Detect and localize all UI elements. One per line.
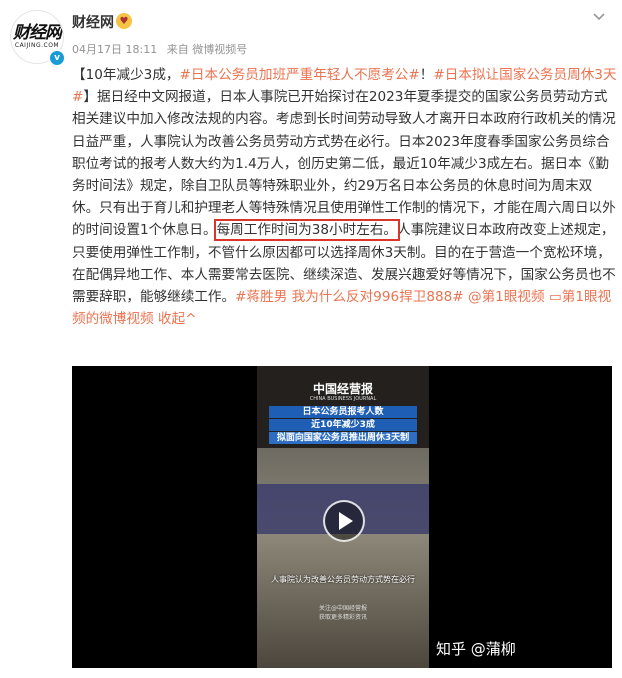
video-player[interactable]: 中国经营报 CHINA BUSINESS JOURNAL 日本公务员报考人数 近… — [72, 366, 612, 668]
chevron-up-icon: ^ — [185, 311, 197, 328]
video-brand-sub: CHINA BUSINESS JOURNAL — [309, 396, 377, 402]
post-source: 来自 微博视频号 — [166, 43, 248, 56]
play-button[interactable] — [323, 500, 365, 542]
collapse-link[interactable]: 收起^ — [158, 311, 197, 327]
post-text: 【10年减少3成，#日本公务员加班严重年轻人不愿考公#！#日本拟让国家公务员周休… — [72, 64, 617, 330]
video-footer: 关注@中国经营报 获取更多精彩资讯 — [257, 604, 429, 622]
mention-link[interactable]: @第1眼视频 — [468, 289, 545, 305]
avatar-logo: 财经网 — [13, 23, 62, 43]
post-header: 财经网 CAIJING.COM v 财经网 ♥ 04月17日 18:11 来自 … — [0, 0, 622, 67]
author-name[interactable]: 财经网 — [72, 12, 114, 32]
watermark: 知乎 @蒲柳 — [436, 640, 516, 658]
verified-icon: v — [48, 49, 66, 67]
hashtag-link[interactable]: #日本公务员加班严重年轻人不愿考公# — [180, 67, 420, 83]
post-meta: 04月17日 18:11 来自 微博视频号 — [72, 41, 253, 57]
post-intro: 【10年减少3成， — [72, 67, 180, 83]
video-brand: 中国经营报 — [312, 382, 373, 396]
hashtag-link[interactable]: #蒋胜男 我为什么反对996捍卫888# — [235, 289, 464, 305]
video-caption-2: 近10年减少3成 — [269, 419, 417, 431]
collapse-label: 收起 — [157, 311, 186, 328]
video-frame: 中国经营报 CHINA BUSINESS JOURNAL 日本公务员报考人数 近… — [257, 366, 429, 668]
post-body: 】据日经中文网报道，日本人事院已开始探讨在2023年夏季提交的国家公务员劳动方式… — [72, 89, 616, 239]
video-footer-line-2: 获取更多精彩资讯 — [318, 614, 367, 621]
video-scene — [257, 448, 429, 668]
highlighted-sentence: 每周工作时间为38小时左右。 — [213, 219, 401, 242]
fan-badge-icon: ♥ — [116, 13, 132, 29]
video-caption-1: 日本公务员报考人数 — [269, 406, 417, 418]
chevron-down-icon[interactable] — [592, 10, 606, 24]
video-link-icon: ▭ — [548, 289, 562, 306]
post-punct: ！ — [419, 67, 434, 83]
post-date[interactable]: 04月17日 18:11 — [72, 43, 157, 56]
video-caption-3: 拟面向国家公务员推出周休3天制 — [269, 432, 417, 444]
video-subtitle: 人事院认为改善公务员劳动方式势在必行 — [271, 575, 415, 584]
video-footer-line-1: 关注@中国经营报 — [318, 605, 367, 612]
